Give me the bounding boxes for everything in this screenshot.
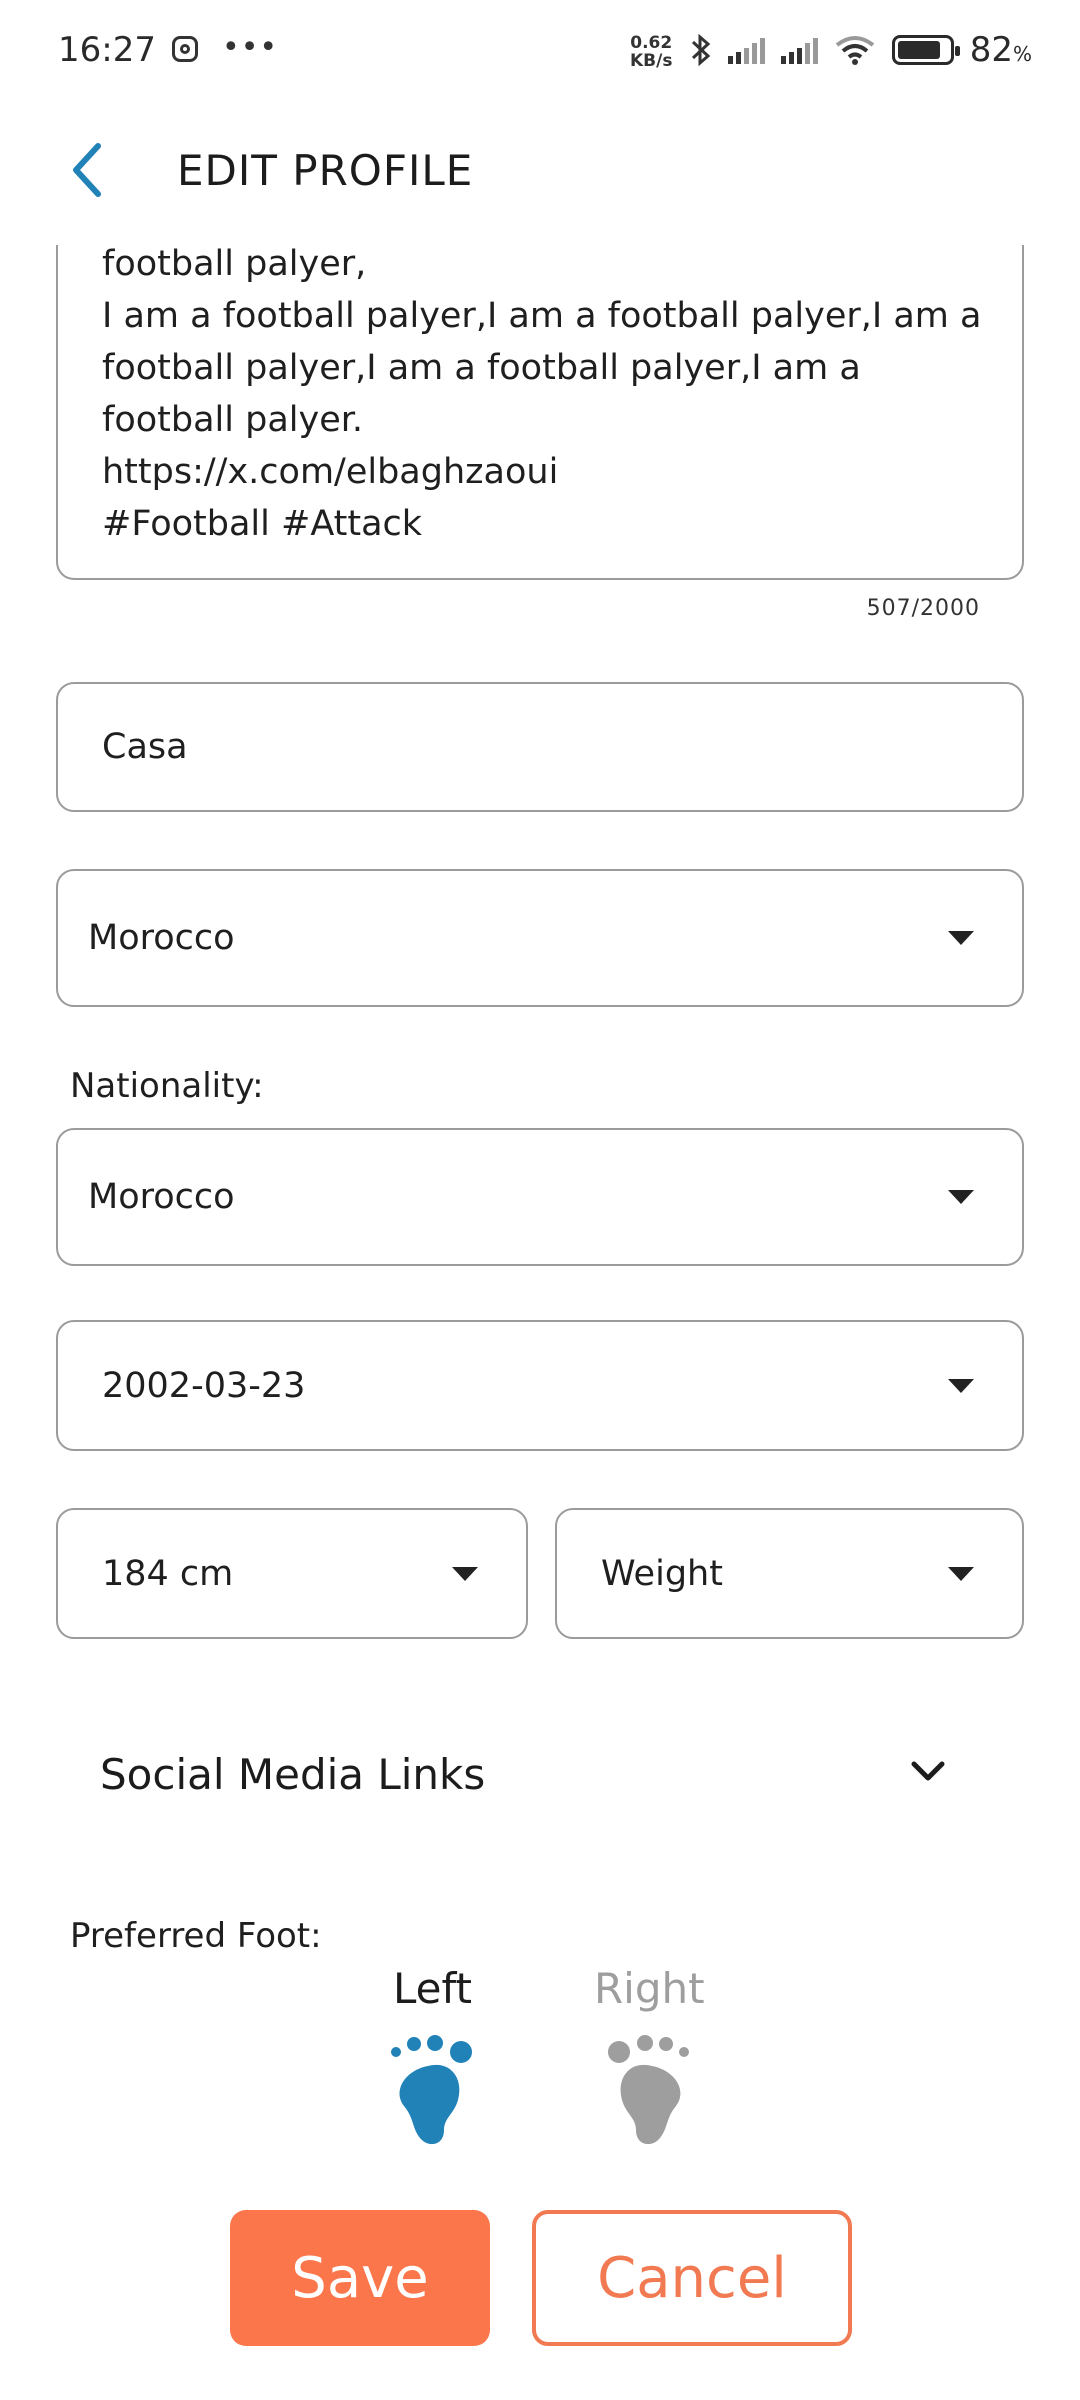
chevron-down-icon[interactable] — [905, 1752, 951, 1792]
birth-date-value: 2002-03-23 — [102, 1365, 306, 1406]
more-notifications-icon: ••• — [222, 30, 279, 65]
bluetooth-icon — [691, 33, 710, 67]
country-select[interactable]: Morocco — [56, 869, 1024, 1007]
bio-textarea[interactable]: football palyer, I am a football palyer,… — [56, 245, 1024, 580]
signal-icon-2 — [780, 36, 818, 64]
right-foot-icon[interactable] — [592, 2030, 692, 2150]
instagram-icon — [172, 36, 198, 62]
network-speed: 0.62 KB/s — [630, 33, 673, 71]
back-button[interactable] — [60, 130, 120, 210]
wifi-icon — [835, 36, 874, 65]
foot-right-label[interactable]: Right — [594, 1964, 705, 2013]
dropdown-arrow-icon — [948, 1566, 974, 1581]
city-value: Casa — [102, 727, 188, 767]
nationality-label: Nationality: — [70, 1066, 264, 1106]
character-counter: 507/2000 — [866, 596, 980, 621]
weight-placeholder: Weight — [601, 1553, 723, 1594]
preferred-foot-label: Preferred Foot: — [70, 1916, 322, 1956]
bio-text: football palyer, I am a football palyer,… — [102, 245, 982, 544]
dropdown-arrow-icon — [948, 1190, 974, 1204]
dropdown-arrow-icon — [948, 931, 974, 945]
dropdown-arrow-icon — [452, 1566, 478, 1581]
status-icons: 82% — [690, 30, 1032, 70]
country-value: Morocco — [88, 918, 235, 958]
cancel-button[interactable]: Cancel — [532, 2210, 852, 2346]
left-foot-icon[interactable] — [388, 2030, 488, 2150]
chevron-left-icon — [73, 143, 101, 197]
height-select[interactable]: 184 cm — [56, 1508, 528, 1639]
page-title: EDIT PROFILE — [177, 146, 474, 195]
foot-left-label[interactable]: Left — [393, 1964, 472, 2013]
signal-icon — [727, 36, 765, 64]
birth-date-select[interactable]: 2002-03-23 — [56, 1320, 1024, 1451]
weight-select[interactable]: Weight — [555, 1508, 1024, 1639]
nationality-value: Morocco — [88, 1177, 235, 1217]
battery-icon — [891, 35, 960, 65]
nationality-select[interactable]: Morocco — [56, 1128, 1024, 1266]
save-button[interactable]: Save — [230, 2210, 490, 2346]
dropdown-arrow-icon — [948, 1378, 974, 1393]
battery-percent: 82% — [969, 30, 1032, 70]
social-media-links-toggle[interactable]: Social Media Links — [100, 1750, 485, 1799]
city-input[interactable]: Casa — [56, 682, 1024, 812]
status-time: 16:27 — [58, 30, 156, 70]
height-value: 184 cm — [102, 1553, 234, 1594]
